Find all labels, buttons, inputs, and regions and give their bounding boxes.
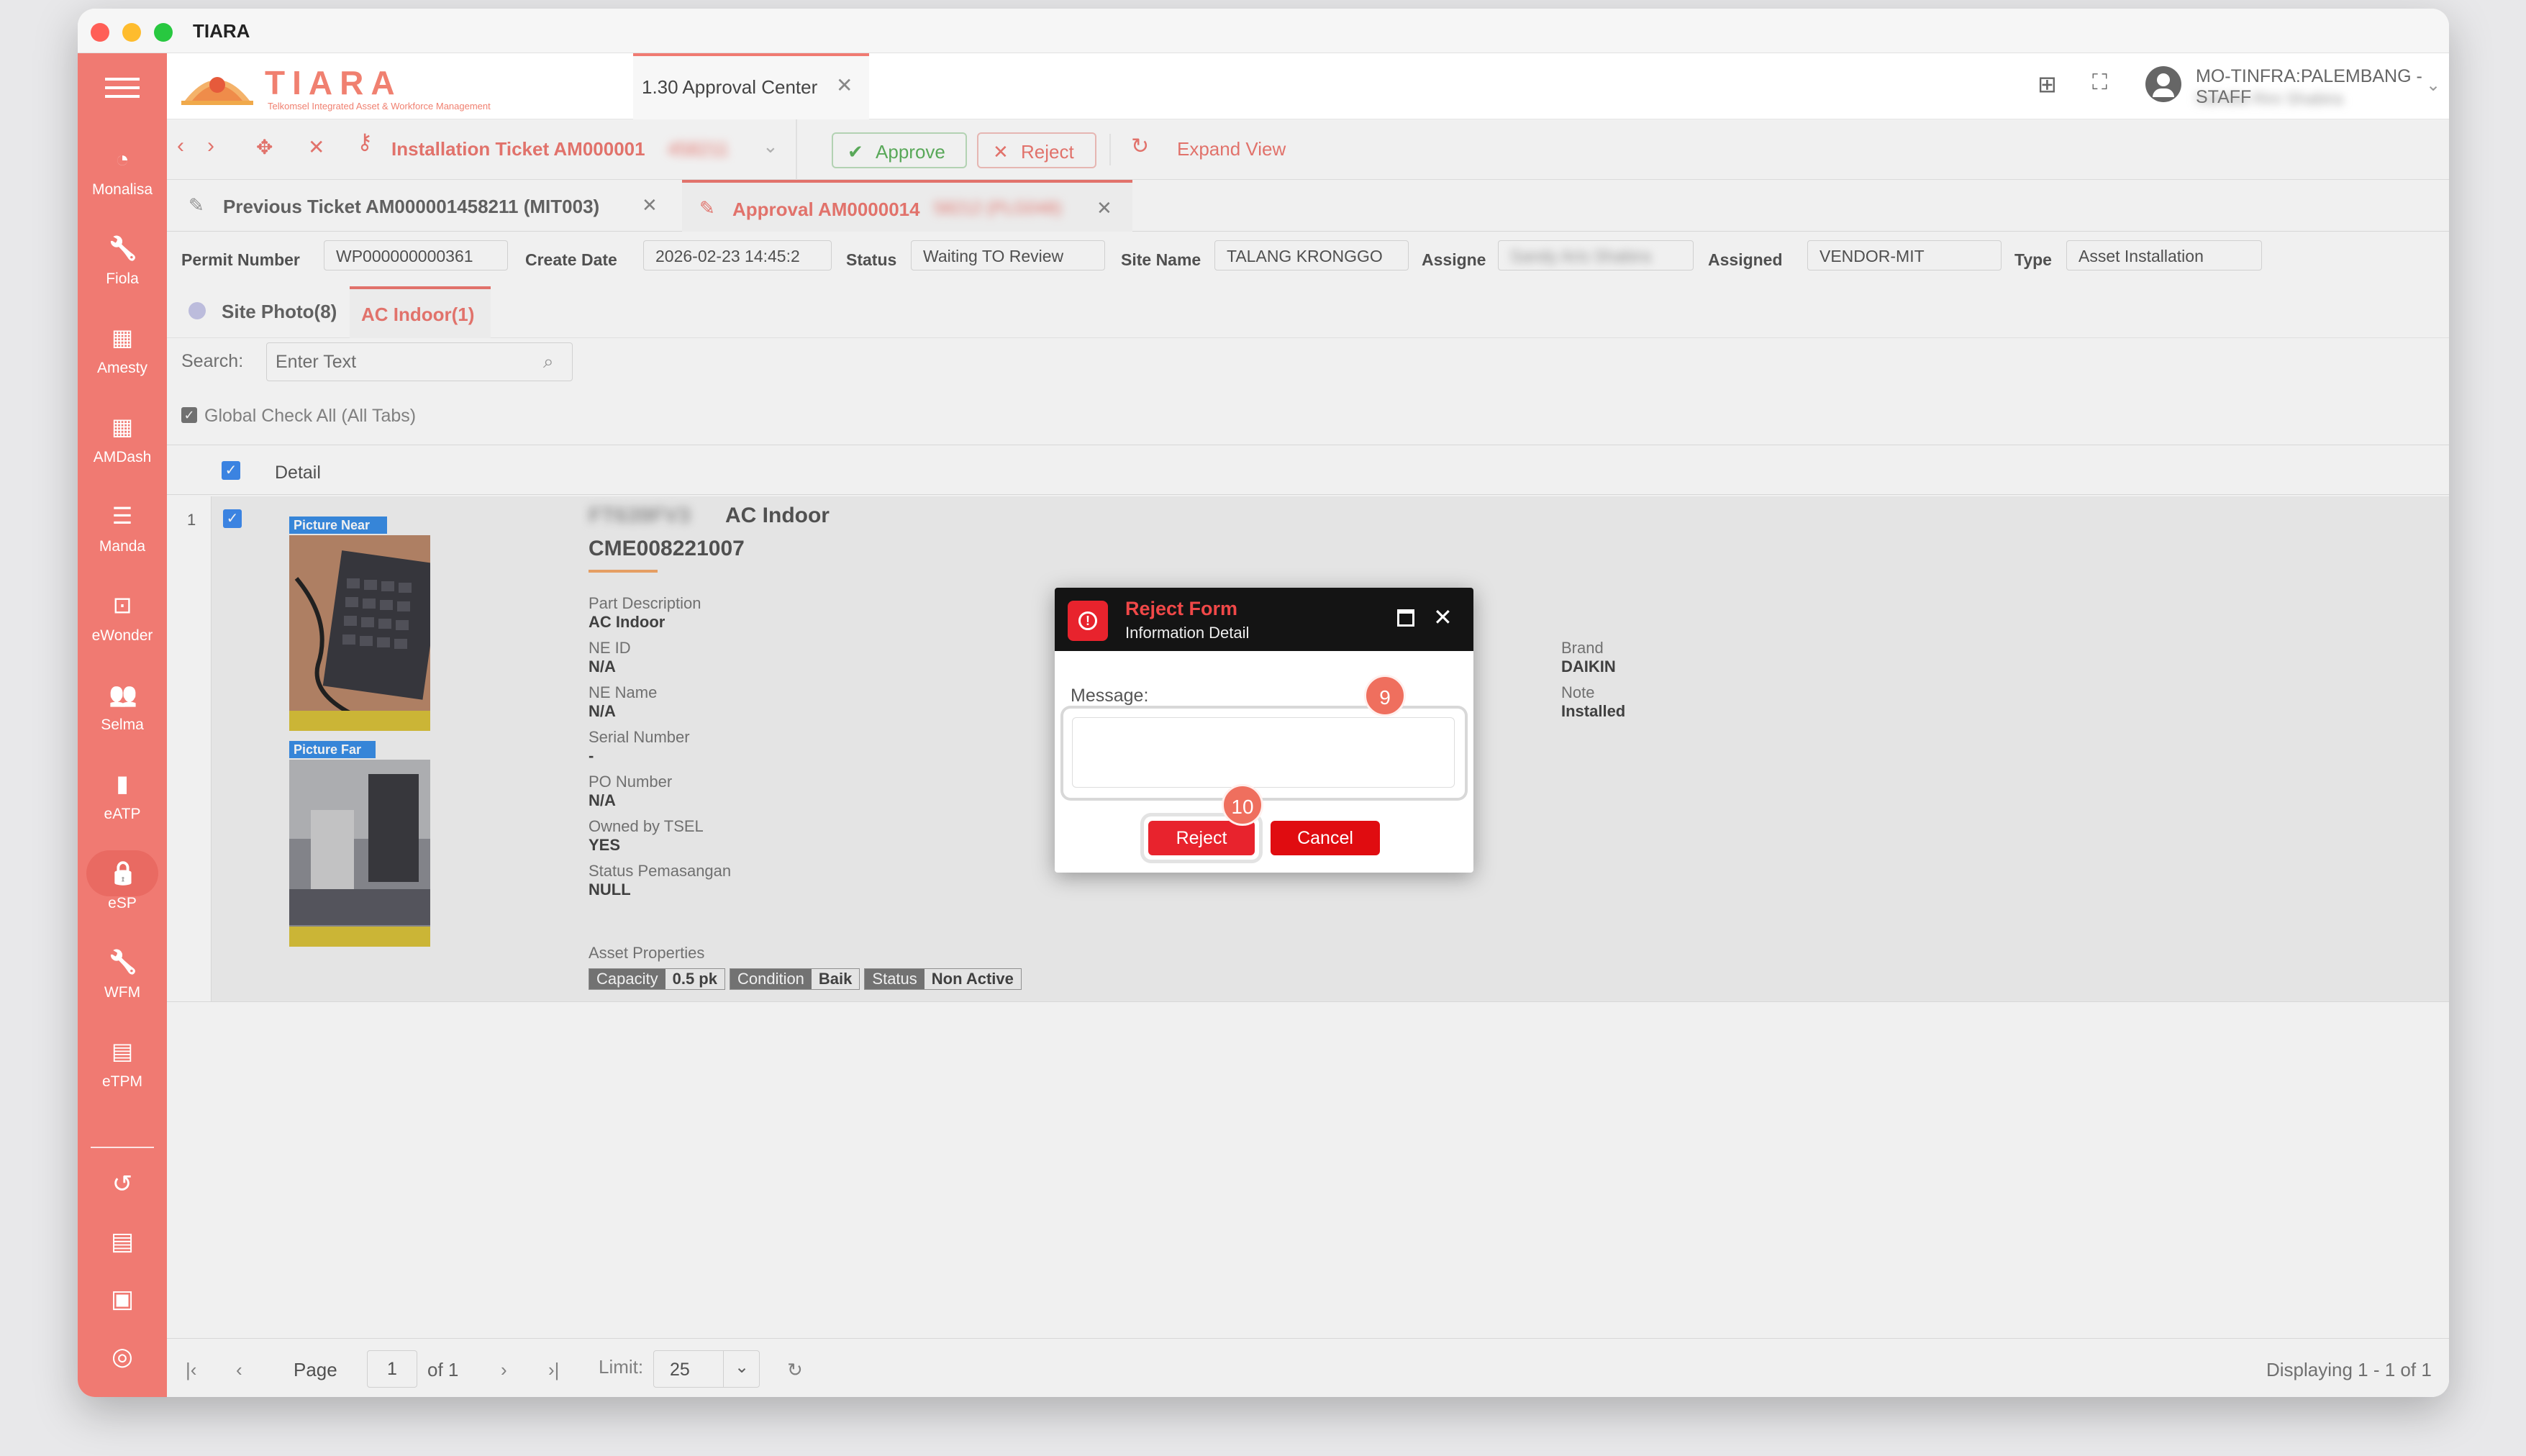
sidebar-divider bbox=[91, 1147, 154, 1148]
sidebar-item-esp[interactable]: 🔒 eSP bbox=[78, 843, 167, 932]
clipboard-icon: ▦ bbox=[111, 324, 134, 350]
contact-card-icon[interactable]: ▣ bbox=[78, 1285, 167, 1328]
maximize-icon[interactable] bbox=[1397, 609, 1414, 627]
sidebar-item-etpm[interactable]: ▤ eTPM bbox=[78, 1022, 167, 1111]
sidebar-item-manda[interactable]: ☰ Manda bbox=[78, 486, 167, 575]
step-badge-9: 9 bbox=[1364, 675, 1406, 716]
brand-name: TIARA bbox=[265, 64, 402, 101]
sidebar-item-label: Selma bbox=[101, 716, 144, 733]
wrench-icon: 🔧 bbox=[109, 949, 137, 975]
modal-reject-button[interactable]: Reject bbox=[1148, 821, 1255, 855]
history-icon[interactable]: ↺ bbox=[78, 1170, 167, 1213]
list-icon: ▤ bbox=[111, 1038, 134, 1064]
modal-header: ! Reject Form Information Detail ✕ bbox=[1055, 588, 1473, 651]
user-menu-chevron-icon[interactable]: ⌄ bbox=[2426, 75, 2440, 96]
sidebar-item-label: eSP bbox=[108, 895, 137, 911]
message-focus-ring bbox=[1063, 709, 1465, 798]
modal-title: Reject Form bbox=[1125, 598, 1238, 619]
message-textarea[interactable] bbox=[1072, 717, 1455, 788]
sidebar-item-label: Fiola bbox=[106, 270, 139, 287]
fullscreen-icon[interactable]: ⛶ bbox=[2092, 70, 2107, 95]
tab-approval-center[interactable]: 1.30 Approval Center ✕ bbox=[633, 53, 869, 119]
sidebar-item-ewonder[interactable]: ⊡ eWonder bbox=[78, 575, 167, 665]
tab-approval-center-label: 1.30 Approval Center bbox=[642, 76, 818, 98]
book-icon: ▮ bbox=[116, 770, 129, 796]
step-badge-10: 10 bbox=[1222, 784, 1263, 826]
wrench-icon: 🔧 bbox=[109, 235, 137, 261]
brand-tagline: Telkomsel Integrated Asset & Workforce M… bbox=[268, 101, 491, 112]
grid-view-icon[interactable]: ⊞ bbox=[2037, 70, 2057, 98]
modal-cancel-button[interactable]: Cancel bbox=[1271, 821, 1380, 855]
clipboard-icon: ▦ bbox=[111, 414, 134, 440]
minimize-window-button[interactable] bbox=[122, 23, 141, 42]
close-window-button[interactable] bbox=[91, 23, 109, 42]
app-window: TIARA ◔ Monalisa 🔧 Fiola ▦ Amesty ▦ AMDash ☰ Mand… bbox=[78, 9, 2449, 1397]
sidebar-item-fiola[interactable]: 🔧 Fiola bbox=[78, 219, 167, 308]
user-name: Nahdia Rini Shabira bbox=[2196, 89, 2343, 108]
panel-icon[interactable]: ▤ bbox=[78, 1227, 167, 1270]
support-icon[interactable]: ◎ bbox=[78, 1342, 167, 1386]
alert-icon: ! bbox=[1068, 601, 1108, 641]
title-bar: TIARA bbox=[78, 9, 2449, 53]
reject-form-modal: ! Reject Form Information Detail ✕ Messa… bbox=[1055, 588, 1473, 873]
modal-close-icon[interactable]: ✕ bbox=[1433, 604, 1453, 631]
sidebar-item-label: Amesty bbox=[96, 360, 147, 376]
sidebar-item-label: WFM bbox=[104, 984, 141, 1001]
sidebar-item-monalisa[interactable]: ◔ Monalisa bbox=[78, 129, 167, 219]
user-avatar-icon[interactable] bbox=[2145, 66, 2181, 102]
pie-chart-icon: ◔ bbox=[115, 146, 130, 172]
lock-icon: 🔒 bbox=[109, 860, 137, 886]
sidebar-item-label: eATP bbox=[104, 806, 141, 822]
inbox-icon: ⊡ bbox=[112, 592, 132, 618]
tiara-logo-icon bbox=[181, 66, 253, 106]
sidebar-item-label: Manda bbox=[99, 538, 146, 555]
sidebar-item-label: AMDash bbox=[93, 449, 152, 465]
sidebar-item-selma[interactable]: 👥 Selma bbox=[78, 665, 167, 754]
zoom-window-button[interactable] bbox=[154, 23, 173, 42]
server-icon: ☰ bbox=[112, 503, 133, 529]
message-label: Message: bbox=[1071, 686, 1149, 706]
sidebar-item-label: eWonder bbox=[91, 627, 153, 644]
hamburger-menu-icon[interactable] bbox=[105, 75, 140, 101]
app-header: TIARA Telkomsel Integrated Asset & Workf… bbox=[167, 53, 2449, 119]
sidebar-item-label: eTPM bbox=[101, 1073, 142, 1090]
close-tab-icon[interactable]: ✕ bbox=[836, 73, 853, 97]
sidebar: ◔ Monalisa 🔧 Fiola ▦ Amesty ▦ AMDash ☰ Manda ⊡ eWon… bbox=[78, 53, 167, 1397]
sidebar-item-label: Monalisa bbox=[91, 181, 153, 198]
sidebar-item-amdash[interactable]: ▦ AMDash bbox=[78, 397, 167, 486]
modal-subtitle: Information Detail bbox=[1125, 624, 1250, 642]
sidebar-item-wfm[interactable]: 🔧 WFM bbox=[78, 932, 167, 1022]
window-title: TIARA bbox=[193, 20, 250, 42]
sidebar-item-eatp[interactable]: ▮ eATP bbox=[78, 754, 167, 843]
sidebar-item-amesty[interactable]: ▦ Amesty bbox=[78, 308, 167, 397]
people-icon: 👥 bbox=[109, 681, 137, 707]
